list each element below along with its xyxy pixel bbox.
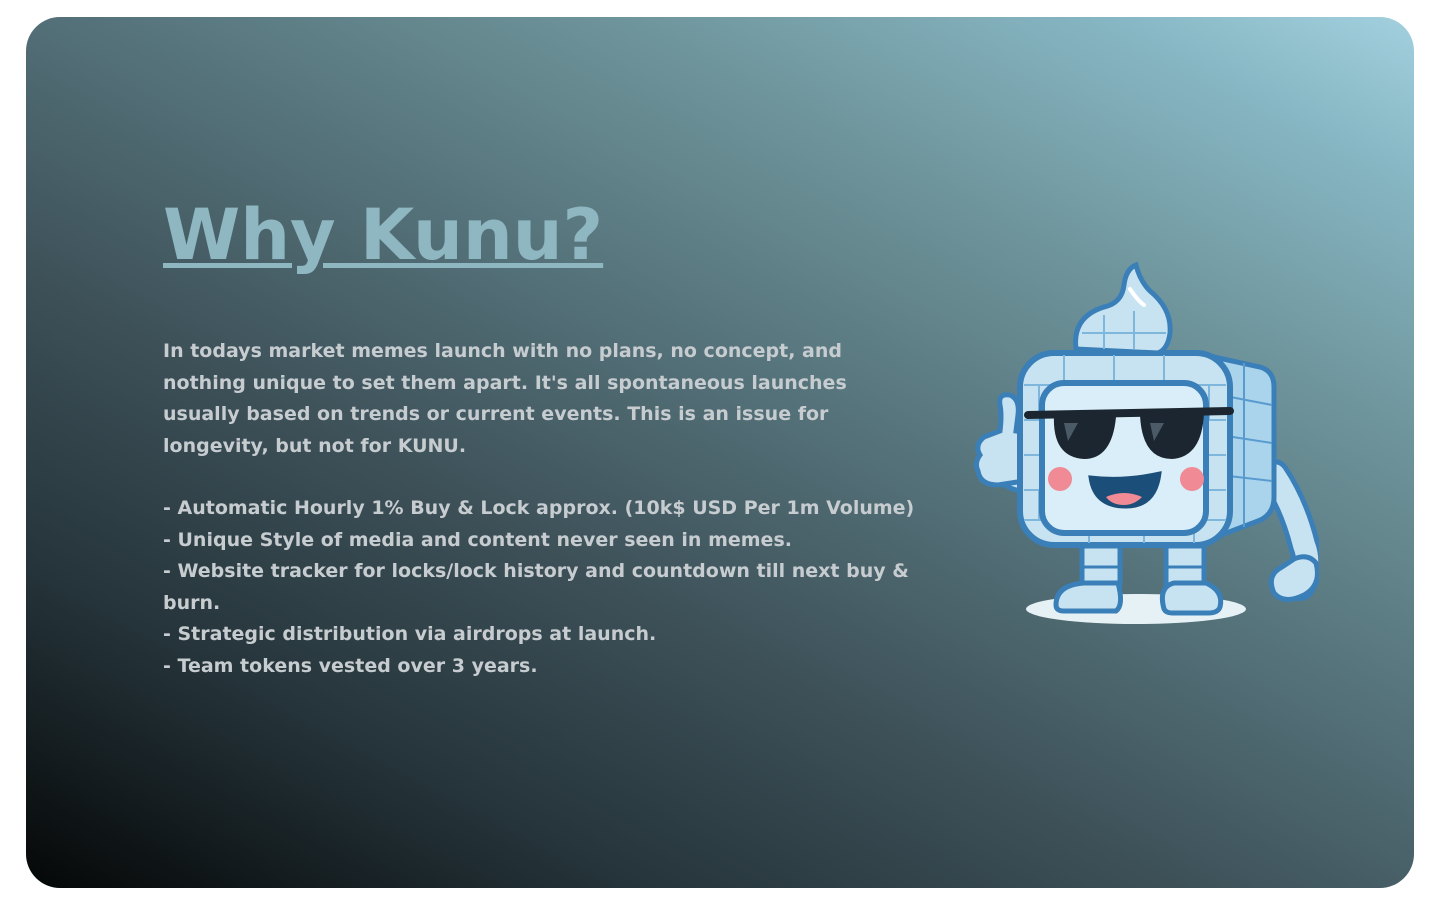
feature-item: - Strategic distribution via airdrops at… bbox=[163, 623, 657, 645]
feature-item: - Unique Style of media and content neve… bbox=[163, 528, 792, 551]
section-title: Why Kunu? bbox=[163, 194, 604, 276]
why-kunu-card: Why Kunu? In todays market memes launch … bbox=[26, 17, 1414, 888]
why-kunu-content: Why Kunu? In todays market memes launch … bbox=[163, 191, 943, 682]
feature-item: - Team tokens vested over 3 years. bbox=[163, 654, 538, 677]
feature-item: - Website tracker for locks/lock history… bbox=[163, 560, 909, 614]
ice-cube-mascot-icon bbox=[944, 245, 1324, 630]
intro-paragraph: In todays market memes launch with no pl… bbox=[163, 340, 847, 457]
feature-item: - Automatic Hourly 1% Buy & Lock approx.… bbox=[163, 497, 915, 519]
feature-list: - Automatic Hourly 1% Buy & Lock approx.… bbox=[163, 493, 943, 682]
